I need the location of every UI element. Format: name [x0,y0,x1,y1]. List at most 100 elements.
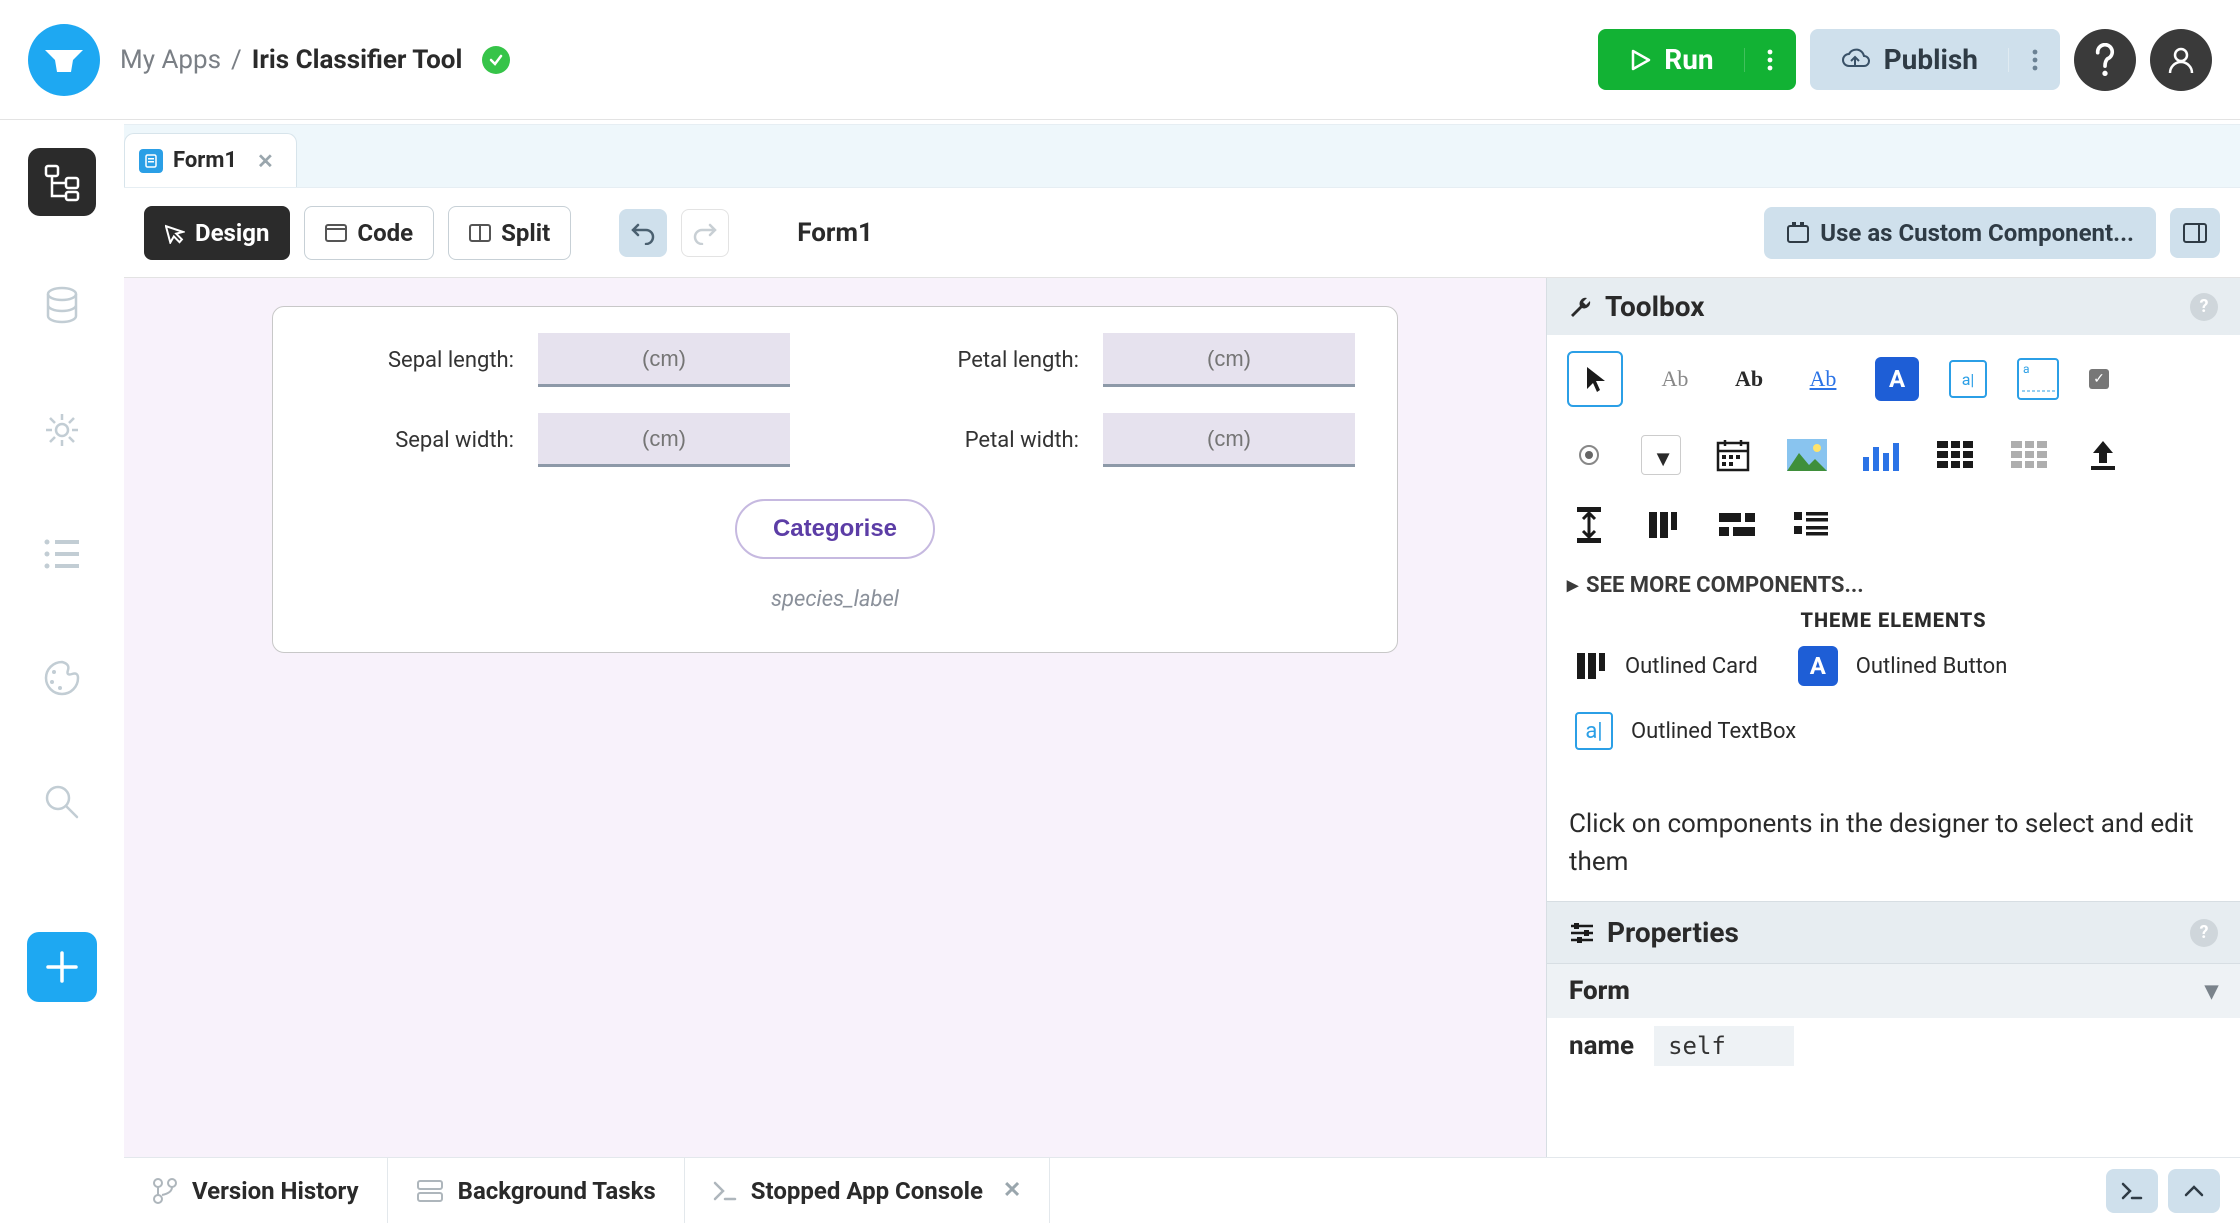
see-more-components[interactable]: ▸ SEE MORE COMPONENTS... [1567,573,2220,598]
image-tool[interactable] [1785,433,1829,477]
close-tab-button[interactable]: ✕ [257,149,274,173]
textbox-tool[interactable]: a| [1949,360,1987,398]
petal-length-input[interactable] [1103,333,1355,387]
list-icon [42,537,82,571]
design-canvas[interactable]: Sepal length: Petal length: Sepal width:… [124,278,1546,1157]
species-label-placeholder[interactable]: species_label [315,587,1355,612]
use-as-custom-component-button[interactable]: Use as Custom Component... [1764,207,2156,259]
chart-tool[interactable] [1859,433,1903,477]
search-button[interactable] [28,768,96,836]
categorise-button[interactable]: Categorise [735,499,935,559]
open-console-button[interactable] [2106,1169,2158,1213]
redo-button[interactable] [681,209,729,257]
spacer-icon [1573,507,1605,543]
repeating-panel-tool[interactable] [2007,433,2051,477]
pointer-tool[interactable] [1567,351,1623,407]
properties-form-section[interactable]: Form ▾ [1547,963,2240,1018]
expand-bottom-button[interactable] [2168,1169,2220,1213]
header: My Apps / Iris Classifier Tool Run Publi… [0,0,2240,120]
button-tool[interactable]: A [1875,357,1919,401]
toggle-panels-button[interactable] [2170,208,2220,258]
publish-more-button[interactable] [2008,48,2060,72]
grid-icon [1937,441,1973,469]
properties-help-icon[interactable]: ? [2190,919,2218,947]
date-tool[interactable] [1711,433,1755,477]
petal-width-input[interactable] [1103,413,1355,467]
properties-form-section-label: Form [1569,976,1630,1006]
form-card[interactable]: Sepal length: Petal length: Sepal width:… [272,306,1398,653]
properties-instruction: Click on components in the designer to s… [1547,786,2240,901]
code-view-button[interactable]: Code [304,206,434,260]
properties-header[interactable]: Properties ? [1547,901,2240,963]
tasks-icon [416,1179,444,1203]
anvil-logo[interactable] [28,24,100,96]
richtext-icon [1794,510,1828,540]
column-panel-tool[interactable] [1641,503,1685,547]
run-more-button[interactable] [1744,48,1796,72]
label-tool[interactable]: Ab [1653,357,1697,401]
sepal-length-input[interactable] [538,333,790,387]
heading-tool[interactable]: Ab [1727,357,1771,401]
split-view-button[interactable]: Split [448,206,571,260]
background-tasks-tab[interactable]: Background Tasks [388,1158,685,1223]
database-icon [44,286,80,326]
see-more-label: SEE MORE COMPONENTS... [1586,573,1864,598]
right-panel: Toolbox ? Ab Ab Ab A a| a ✓ ▼ [1546,278,2240,1157]
help-button[interactable] [2074,29,2136,91]
breadcrumb: My Apps / Iris Classifier Tool [120,45,510,75]
add-button[interactable] [27,932,97,1002]
breadcrumb-separator: / [231,45,242,75]
theme-outlined-button[interactable]: A Outlined Button [1798,646,2008,686]
richtext-tool[interactable] [1789,503,1833,547]
cursor-icon [165,222,185,244]
breadcrumb-root[interactable]: My Apps [120,45,221,75]
theme-outlined-textbox[interactable]: a| Outlined TextBox [1575,712,1796,750]
link-tool[interactable]: Ab [1801,357,1845,401]
theme-elements-header: THEME ELEMENTS [1567,608,2220,632]
property-row-name: name [1547,1018,2240,1074]
open-files-tabstrip: Form1 ✕ [124,124,2240,188]
sepal-width-input[interactable] [538,413,790,467]
app-console-tab[interactable]: Stopped App Console ✕ [685,1158,1051,1223]
flow-panel-tool[interactable] [1715,503,1759,547]
file-tab-form1[interactable]: Form1 ✕ [124,133,297,187]
calendar-icon [1715,437,1751,473]
version-history-tab[interactable]: Version History [124,1158,388,1223]
theme-button[interactable] [28,644,96,712]
run-button[interactable]: Run [1598,29,1795,90]
petal-length-label: Petal length: [957,348,1079,373]
design-view-button[interactable]: Design [144,206,290,260]
property-name-input[interactable] [1654,1026,1794,1066]
split-view-label: Split [501,219,550,247]
textarea-tool[interactable]: a [2017,358,2059,400]
toolbox-header[interactable]: Toolbox ? [1547,278,2240,335]
radio-tool[interactable] [1567,433,1611,477]
dropdown-tool[interactable]: ▼ [1641,435,1681,475]
settings-button[interactable] [28,396,96,464]
left-sidebar [0,120,124,1223]
database-button[interactable] [28,272,96,340]
list-button[interactable] [28,520,96,588]
close-console-button[interactable]: ✕ [1003,1178,1021,1203]
undo-button[interactable] [619,209,667,257]
checkbox-tool[interactable]: ✓ [2089,369,2109,389]
app-console-label: Stopped App Console [751,1177,983,1205]
columns-icon [1575,650,1607,682]
breadcrumb-app-name[interactable]: Iris Classifier Tool [252,45,463,75]
image-icon [1787,439,1827,471]
theme-outlined-card[interactable]: Outlined Card [1575,650,1758,682]
fileloader-tool[interactable] [2081,433,2125,477]
run-label: Run [1664,43,1713,76]
datagrid-tool[interactable] [1933,433,1977,477]
panels-icon [2183,223,2207,243]
cloud-upload-icon [1840,48,1870,72]
publish-button[interactable]: Publish [1810,29,2060,90]
account-button[interactable] [2150,29,2212,91]
app-tree-button[interactable] [28,148,96,216]
theme-outlined-button-label: Outlined Button [1856,654,2008,679]
spacer-tool[interactable] [1567,503,1611,547]
console-icon [713,1181,737,1201]
toolbox-help-icon[interactable]: ? [2190,293,2218,321]
wrench-icon [1569,295,1593,319]
property-name-key: name [1569,1031,1634,1061]
